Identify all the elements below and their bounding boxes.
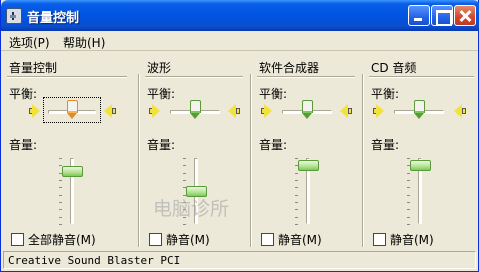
volume-tick [183,172,186,174]
column-master: 音量控制 平衡: 音量: 全部静音(M) [3,54,135,249]
column-title: 软件合成器 [259,61,320,75]
speaker-right-icon [454,104,466,118]
volume-tick [407,187,410,189]
window-title: 音量控制 [27,11,80,26]
column-separator [138,74,140,247]
balance-slider-thumb[interactable] [413,100,425,120]
volume-app-icon[interactable] [6,8,22,24]
title-bar[interactable]: 音量控制 [1,0,479,31]
mute-label: 静音(M) [166,233,210,247]
volume-tick [59,187,62,189]
speaker-left-icon [149,104,161,118]
maximize-button[interactable] [431,5,453,26]
mute-label: 静音(M) [278,233,322,247]
column-divider [145,76,243,78]
mixer-panel: 音量控制 平衡: 音量: 全部静音(M) 波形 平衡: 音量: 静音(M) 软件… [3,54,476,249]
volume-tick [407,216,410,218]
balance-slider-thumb[interactable] [301,100,313,120]
speaker-left-icon [261,104,273,118]
close-button[interactable] [454,5,476,26]
checkbox-box[interactable] [261,233,274,246]
balance-slider-thumb[interactable] [189,100,201,120]
column-separator [362,74,364,247]
volume-label: 音量: [371,138,400,152]
volume-tick [295,216,298,218]
volume-tick [295,172,298,174]
menu-bar: 选项(P) 帮助(H) [1,31,478,51]
volume-tick [295,180,298,181]
volume-tick [295,158,298,159]
mute-all-label: 全部静音(M) [28,233,96,247]
balance-label: 平衡: [9,87,38,101]
column-divider [7,76,127,78]
menu-options[interactable]: 选项(P) [9,34,50,51]
column-separator [250,74,252,247]
volume-control-window: 音量控制 选项(P) 帮助(H) 音量控制 平衡: 音量: 全部静音(M) 波形… [0,0,479,272]
volume-tick [183,224,186,225]
volume-tick [407,158,410,159]
mute-checkbox[interactable]: 静音(M) [261,231,322,248]
volume-label: 音量: [9,138,38,152]
column-title: CD 音频 [371,61,417,75]
volume-tick [295,187,298,189]
balance-label: 平衡: [147,87,176,101]
volume-tick [183,165,186,167]
column-sw-synth: 软件合成器 平衡: 音量: 静音(M) [253,54,363,249]
mute-label: 静音(M) [390,233,434,247]
checkbox-box[interactable] [373,233,386,246]
speaker-right-icon [340,104,352,118]
volume-tick [59,194,62,196]
mute-all-checkbox[interactable]: 全部静音(M) [11,231,96,248]
checkbox-box[interactable] [149,233,162,246]
volume-tick [59,209,62,211]
volume-label: 音量: [147,138,176,152]
checkbox-box[interactable] [11,233,24,246]
volume-tick [59,216,62,218]
volume-tick [407,209,410,211]
speaker-right-icon [104,104,116,118]
watermark: 电脑诊所 [153,198,230,220]
status-bar: Creative Sound Blaster PCI [3,251,476,269]
volume-tick [295,202,298,203]
volume-label: 音量: [259,138,288,152]
minimize-button[interactable] [408,5,430,26]
column-title: 音量控制 [9,61,58,75]
volume-tick [295,224,298,225]
volume-slider-thumb[interactable] [409,159,431,171]
column-divider [369,76,474,78]
volume-tick [407,194,410,196]
balance-label: 平衡: [371,87,400,101]
volume-slider-thumb[interactable] [61,166,83,178]
volume-tick [295,209,298,211]
volume-tick [59,158,62,159]
volume-tick [59,180,62,181]
menu-help[interactable]: 帮助(H) [63,34,105,51]
volume-tick [59,224,62,225]
volume-tick [407,224,410,225]
mute-checkbox[interactable]: 静音(M) [149,231,210,248]
volume-tick [407,172,410,174]
volume-tick [407,180,410,181]
balance-slider-thumb[interactable] [66,100,78,120]
volume-tick [183,158,186,159]
volume-tick [183,180,186,181]
column-divider [257,76,355,78]
volume-tick [295,194,298,196]
speaker-right-icon [228,104,240,118]
volume-tick [59,202,62,203]
volume-slider-thumb[interactable] [297,159,319,171]
column-title: 波形 [147,61,172,75]
column-cd-audio: CD 音频 平衡: 音量: 静音(M) [365,54,476,249]
balance-label: 平衡: [259,87,288,101]
speaker-left-icon [373,104,385,118]
volume-tick [407,202,410,203]
mute-checkbox[interactable]: 静音(M) [373,231,434,248]
speaker-left-icon [29,104,41,118]
